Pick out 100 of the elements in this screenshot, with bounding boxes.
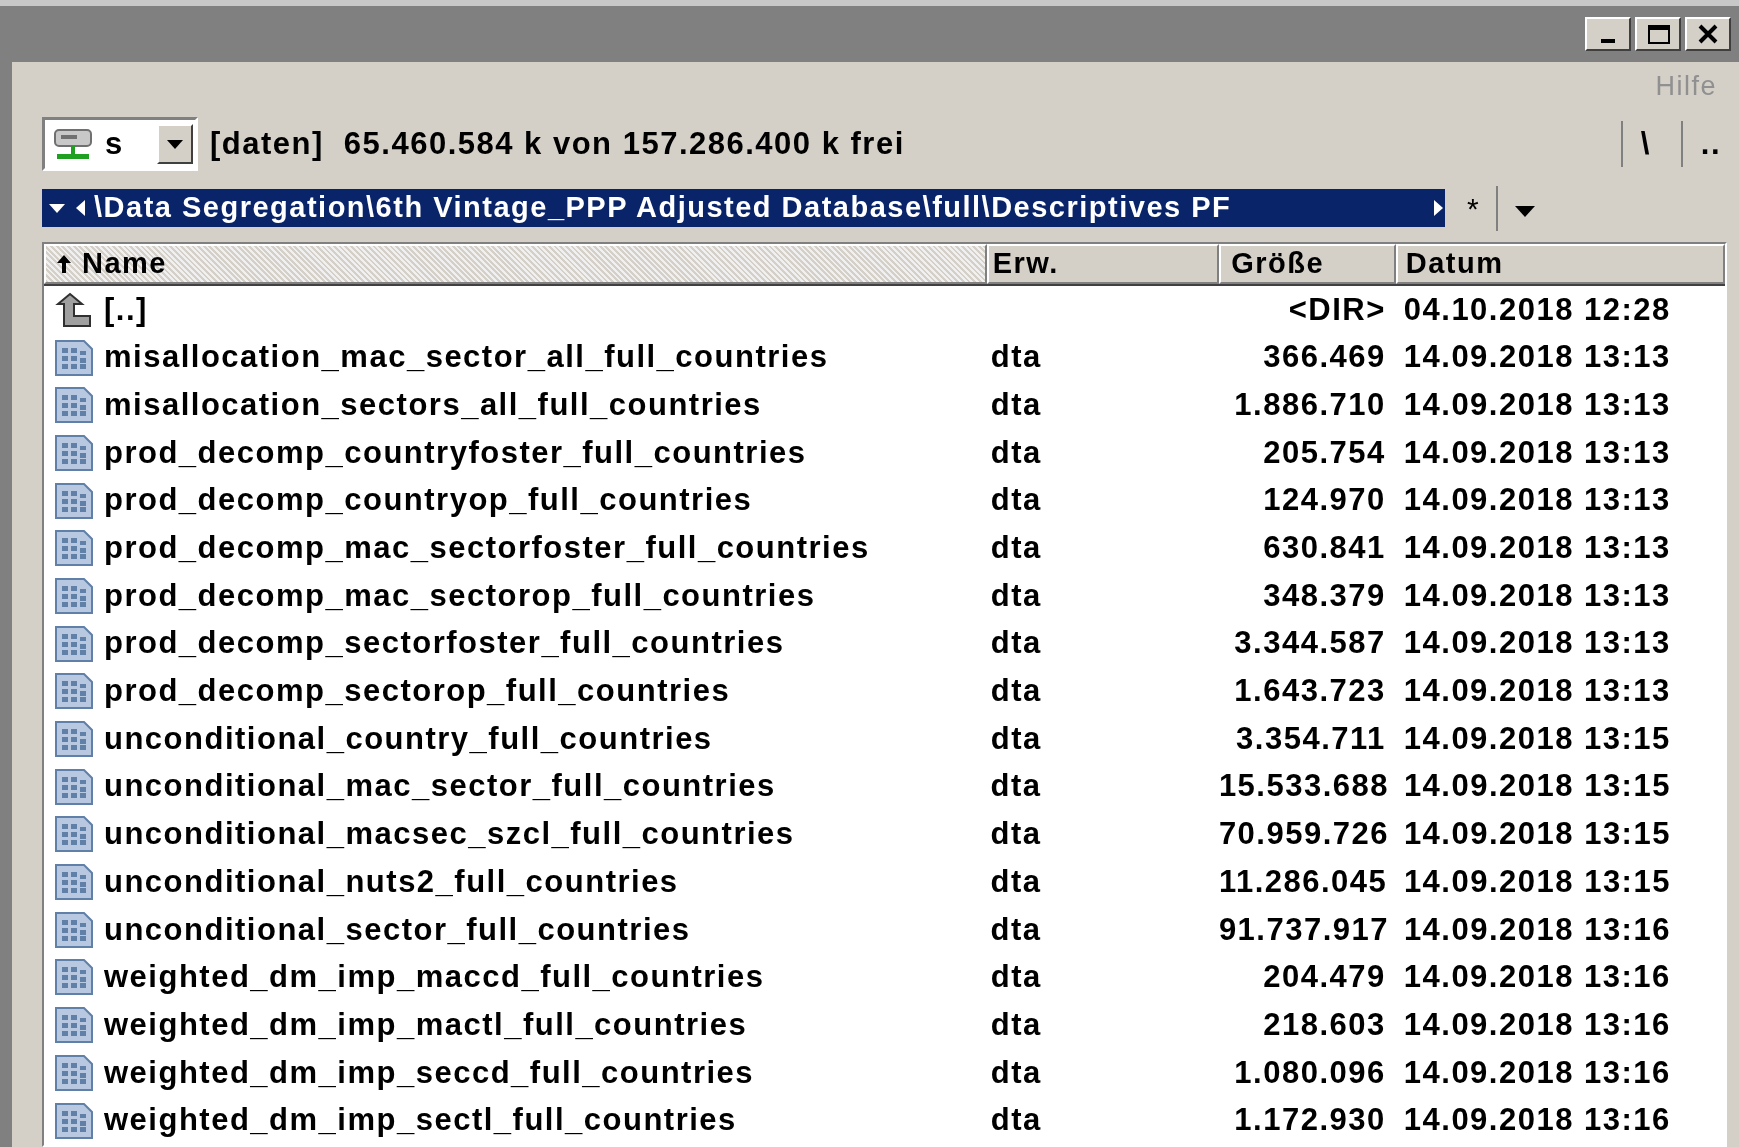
minimize-icon [1601, 39, 1615, 43]
file-date: 14.09.2018 13:15 [1403, 768, 1671, 804]
column-header[interactable]: Name [44, 244, 987, 284]
close-button[interactable] [1685, 17, 1731, 51]
file-extension: dta [990, 577, 1042, 613]
file-size: 11.286.045 [1218, 863, 1388, 899]
spreadsheet-file-icon [54, 338, 94, 377]
file-size: 205.754 [1263, 434, 1386, 470]
file-name[interactable]: weighted_dm_imp_mactl_full_countries [104, 1001, 748, 1049]
file-extension: dta [990, 530, 1042, 566]
file-date: 14.09.2018 13:16 [1403, 911, 1671, 947]
toolbar-button[interactable]: .. [1680, 120, 1739, 168]
file-date: 14.09.2018 13:13 [1403, 339, 1671, 375]
spreadsheet-file-icon [54, 624, 94, 663]
toolbar-button[interactable]: \ [1620, 120, 1669, 168]
file-name[interactable]: weighted_dm_imp_seccd_full_countries [104, 1049, 755, 1097]
left-arrow-icon [74, 199, 86, 217]
right-arrow-icon [1433, 199, 1445, 217]
file-size: 1.886.710 [1234, 386, 1386, 422]
file-size: 630.841 [1263, 530, 1386, 566]
file-name[interactable]: unconditional_mac_sector_full_countries [104, 763, 776, 810]
file-size: 70.959.726 [1218, 816, 1390, 852]
file-name[interactable]: prod_decomp_sectorop_full_countries [104, 668, 731, 715]
file-extension: dta [990, 863, 1042, 899]
spreadsheet-file-icon [54, 815, 94, 854]
file-name[interactable]: weighted_dm_imp_maccd_full_countries [104, 954, 765, 1001]
file-size: 124.970 [1263, 482, 1386, 518]
file-extension: dta [990, 1102, 1042, 1138]
file-date: 14.09.2018 13:16 [1403, 1006, 1671, 1042]
file-extension: dta [990, 482, 1042, 518]
minimize-button[interactable] [1585, 17, 1631, 51]
file-extension: dta [990, 720, 1042, 756]
file-date: 14.09.2018 13:13 [1403, 434, 1671, 470]
file-name[interactable]: misallocation_mac_sector_all_full_countries [104, 334, 829, 381]
network-drive-icon [51, 126, 95, 162]
file-date: 14.09.2018 13:13 [1403, 577, 1671, 613]
path-text: \Data Segregation\6th Vintage_PPP Adjusted Database\full\Descriptives PF [94, 190, 1233, 226]
column-header[interactable]: Datum [1395, 244, 1725, 284]
caret-icon [48, 202, 66, 214]
free-space-text: 65.460.584 k von 157.286.400 k frei [343, 124, 906, 163]
spreadsheet-file-icon [54, 767, 94, 806]
sort-arrow-icon [56, 254, 72, 274]
file-name[interactable]: weighted_dm_imp_sectl_full_countries [104, 1097, 737, 1144]
spreadsheet-file-icon [54, 386, 94, 425]
file-extension: dta [990, 1006, 1042, 1042]
spreadsheet-file-icon [54, 1006, 94, 1045]
path-bar[interactable]: \Data Segregation\6th Vintage_PPP Adjusted Database\full\Descriptives PF [42, 189, 1445, 227]
file-name[interactable]: unconditional_nuts2_full_countries [104, 858, 679, 906]
spreadsheet-file-icon [54, 529, 94, 568]
file-name[interactable]: unconditional_sector_full_countries [104, 906, 691, 954]
spreadsheet-file-icon [54, 958, 94, 997]
column-header[interactable]: Größe [1219, 244, 1396, 284]
file-size: 91.737.917 [1218, 911, 1390, 947]
file-name[interactable]: prod_decomp_mac_sectorop_full_countries [104, 572, 816, 620]
spreadsheet-file-icon [54, 672, 94, 711]
file-name[interactable]: prod_decomp_countryop_full_countries [104, 477, 753, 524]
file-extension: dta [990, 768, 1042, 804]
spreadsheet-file-icon [54, 1101, 94, 1140]
file-extension: dta [990, 386, 1042, 422]
file-extension: dta [990, 816, 1042, 852]
caret-icon [166, 138, 184, 150]
file-name[interactable]: misallocation_sectors_all_full_countries [104, 381, 762, 429]
file-size: 3.344.587 [1234, 625, 1386, 661]
file-date: 14.09.2018 13:13 [1403, 625, 1671, 661]
file-extension: dta [990, 911, 1042, 947]
file-size: 348.379 [1263, 577, 1386, 613]
spreadsheet-file-icon [54, 576, 94, 615]
file-date: 14.09.2018 13:16 [1403, 959, 1671, 995]
filter-button[interactable]: * [1451, 185, 1499, 231]
file-date: 14.09.2018 13:16 [1403, 1054, 1671, 1090]
file-size: <DIR> [1288, 291, 1386, 327]
file-size: 204.479 [1263, 959, 1386, 995]
file-extension: dta [990, 434, 1042, 470]
file-name[interactable]: prod_decomp_sectorfoster_full_countries [104, 620, 785, 667]
spreadsheet-file-icon [54, 481, 94, 520]
file-extension: dta [990, 1054, 1042, 1090]
file-name[interactable]: unconditional_country_full_countries [104, 715, 713, 763]
file-extension: dta [990, 625, 1042, 661]
file-name[interactable]: prod_decomp_countryfoster_full_countries [104, 429, 807, 477]
file-extension: dta [990, 959, 1042, 995]
file-extension: dta [990, 673, 1042, 709]
file-extension: dta [990, 339, 1042, 375]
up-arrow-icon [54, 291, 94, 328]
maximize-icon [1645, 23, 1671, 45]
file-name[interactable]: prod_decomp_mac_sectorfoster_full_countries [104, 525, 870, 572]
file-date: 14.09.2018 13:15 [1403, 863, 1671, 899]
file-date: 14.09.2018 13:13 [1403, 673, 1671, 709]
file-date: 14.09.2018 13:16 [1403, 1102, 1671, 1138]
file-date: 14.09.2018 13:15 [1403, 720, 1671, 756]
drive-dropdown[interactable]: s [42, 117, 198, 171]
maximize-button[interactable] [1635, 17, 1681, 51]
file-name[interactable]: unconditional_macsec_szcl_full_countries [104, 811, 795, 858]
file-date: 04.10.2018 12:28 [1403, 291, 1671, 327]
file-name[interactable]: [..] [104, 286, 148, 334]
file-size: 1.172.930 [1234, 1102, 1386, 1138]
column-header[interactable]: Erw. [986, 244, 1220, 284]
file-size: 1.643.723 [1234, 673, 1386, 709]
spreadsheet-file-icon [54, 910, 94, 949]
caret-icon [1514, 203, 1537, 218]
file-date: 14.09.2018 13:13 [1403, 386, 1671, 422]
